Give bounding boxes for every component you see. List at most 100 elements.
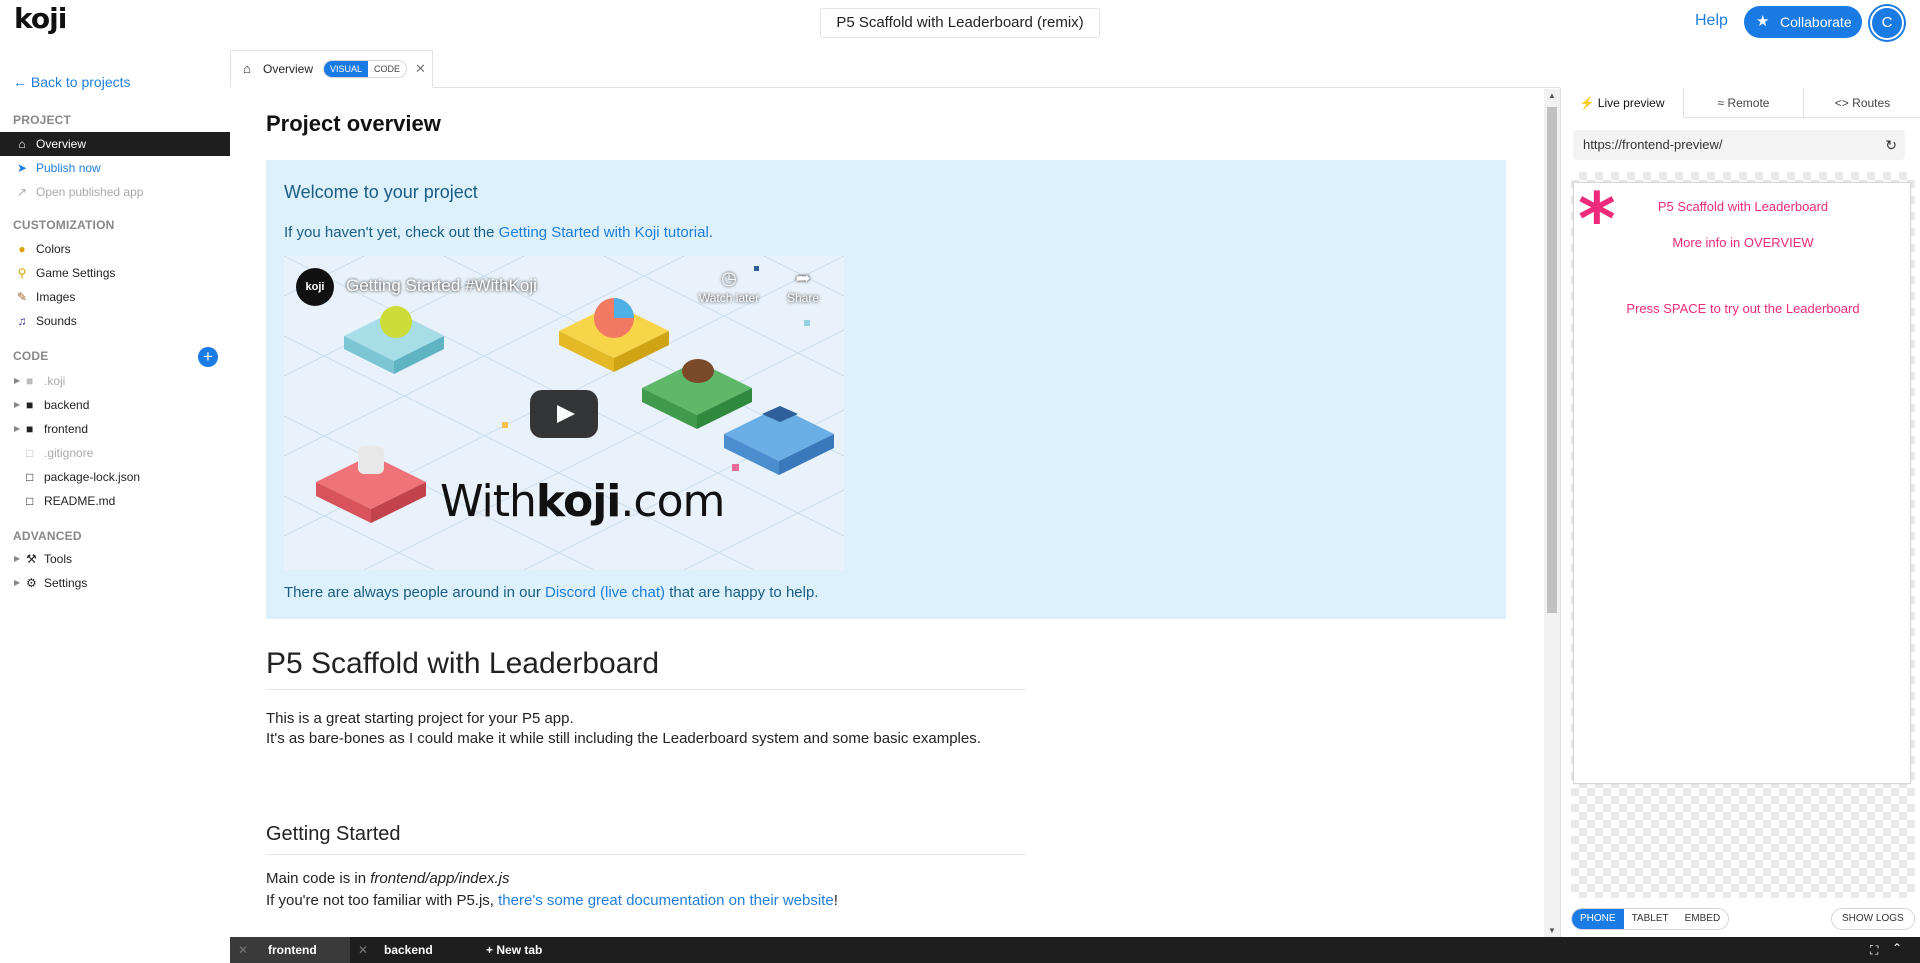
help-link[interactable]: Help	[1695, 12, 1728, 30]
p5-docs-link[interactable]: there's some great documentation on thei…	[498, 892, 834, 909]
music-icon: ♫	[17, 314, 27, 328]
sidebar-item-overview[interactable]: ⌂ Overview	[0, 132, 230, 156]
readme-paragraph: This is a great starting project for you…	[266, 710, 574, 727]
tab-routes[interactable]: <> Routes	[1804, 88, 1920, 118]
close-icon[interactable]: ✕	[238, 937, 248, 963]
sidebar-item-label: Overview	[36, 137, 87, 151]
tree-item-backend[interactable]: ▶ ■ backend	[0, 393, 230, 417]
send-icon: ➤	[16, 161, 28, 175]
collaborate-label: Collaborate	[1780, 14, 1852, 30]
share-label: Share	[786, 291, 820, 305]
brand-tld: .com	[620, 476, 725, 527]
tree-item-frontend[interactable]: ▶ ■ frontend	[0, 417, 230, 441]
home-icon: ⌂	[243, 61, 251, 76]
scroll-down-icon[interactable]: ▼	[1548, 926, 1556, 935]
readme-paragraph: It's as bare-bones as I could make it wh…	[266, 730, 981, 747]
brand-light: With	[440, 476, 537, 527]
sidebar-item-sounds[interactable]: ♫ Sounds	[0, 309, 230, 333]
p3-text: Main code is in	[266, 870, 371, 887]
video-title[interactable]: Getting Started #WithKoji	[346, 276, 537, 296]
sidebar-item-label: Publish now	[36, 161, 101, 175]
bottom-tab-frontend[interactable]: ✕ frontend	[230, 937, 350, 963]
tree-item-label: backend	[44, 398, 90, 412]
tab-remote[interactable]: ≈ Remote	[1684, 88, 1804, 118]
getting-started-link[interactable]: Getting Started with Koji tutorial	[499, 224, 709, 241]
add-file-button[interactable]: +	[198, 347, 218, 367]
main-code-path: frontend/app/index.js	[370, 870, 510, 887]
arrow-left-icon: ←	[13, 74, 27, 90]
tree-item-package-lock[interactable]: □ package-lock.json	[0, 465, 230, 489]
reload-icon[interactable]: ↻	[1885, 130, 1897, 160]
preview-bottom-bar: PHONE TABLET EMBED SHOW LOGS	[1561, 900, 1920, 937]
channel-logo[interactable]: koji	[296, 268, 334, 306]
tree-item-settings[interactable]: ▶ ⚙ Settings	[0, 571, 230, 595]
chevron-right-icon: ▶	[14, 578, 21, 587]
share-icon: ➦	[795, 268, 811, 288]
sidebar-item-label: Game Settings	[36, 266, 116, 280]
chevron-right-icon: ▶	[14, 554, 21, 563]
avatar[interactable]: C	[1870, 6, 1904, 40]
discord-link[interactable]: Discord (live chat)	[545, 584, 665, 601]
close-icon[interactable]: ✕	[415, 61, 426, 77]
device-embed-button[interactable]: EMBED	[1677, 909, 1729, 929]
sidebar-item-game-settings[interactable]: ⚲ Game Settings	[0, 261, 230, 285]
play-button[interactable]	[530, 390, 598, 438]
wrench-icon: ⚒	[26, 552, 37, 566]
preview-hint-text: Press SPACE to try out the Leaderboard	[1626, 301, 1860, 316]
close-icon[interactable]: ✕	[358, 937, 368, 963]
koji-logo[interactable]: koji	[14, 2, 67, 35]
back-to-projects-link[interactable]: ← Back to projects	[13, 74, 131, 90]
file-icon: □	[26, 494, 34, 508]
tree-item-tools[interactable]: ▶ ⚒ Tools	[0, 547, 230, 571]
device-phone-button[interactable]: PHONE	[1572, 909, 1624, 929]
code-mode-button[interactable]: CODE	[368, 61, 406, 77]
tab-live-preview[interactable]: ⚡ Live preview	[1561, 88, 1684, 118]
content-scrollbar[interactable]: ▲ ▼	[1544, 89, 1560, 937]
bottom-tab-label: frontend	[268, 943, 317, 957]
bottom-tab-backend[interactable]: ✕ backend	[350, 937, 470, 963]
sidebar-item-label: Open published app	[36, 185, 144, 199]
external-link-icon: ↗	[16, 185, 28, 199]
watch-later-button[interactable]: ◷ Watch later	[694, 268, 764, 305]
tab-label: Overview	[263, 62, 314, 76]
code-brackets-icon: <>	[1834, 96, 1849, 110]
share-button[interactable]: ➦ Share	[778, 268, 828, 305]
new-tab-button[interactable]: + New tab	[486, 937, 586, 963]
phone-preview-frame[interactable]: * P5 Scaffold with Leaderboard More info…	[1573, 177, 1911, 784]
video-embed[interactable]: koji Getting Started #WithKoji ◷ Watch l…	[284, 256, 844, 570]
readme-subtitle: Getting Started	[266, 823, 1026, 855]
sidebar-item-images[interactable]: ✎ Images	[0, 285, 230, 309]
preview-url-field[interactable]: https://frontend-preview/ ↻	[1573, 130, 1905, 160]
device-tablet-button[interactable]: TABLET	[1624, 909, 1677, 929]
sidebar-item-publish[interactable]: ➤ Publish now	[0, 156, 230, 180]
tree-item-label: Settings	[44, 576, 88, 590]
intro-text: If you haven't yet, check out the	[284, 224, 499, 241]
tree-item-koji[interactable]: ▶ ■ .koji	[0, 369, 230, 393]
sidebar-item-open-published[interactable]: ↗ Open published app	[0, 180, 230, 204]
tree-item-readme[interactable]: □ README.md	[0, 489, 230, 513]
sidebar-item-colors[interactable]: ● Colors	[0, 237, 230, 261]
sidebar: ← Back to projects PROJECT ⌂ Overview ➤ …	[0, 44, 230, 963]
video-brand-text: Withkoji.com	[440, 476, 725, 527]
editor-tab-bar: ⌂ Overview VISUAL CODE ✕	[230, 50, 1560, 88]
readme-title: P5 Scaffold with Leaderboard	[266, 647, 1026, 690]
fullscreen-icon[interactable]: ⛶	[1870, 943, 1878, 958]
visual-mode-button[interactable]: VISUAL	[324, 61, 369, 77]
chevron-up-icon[interactable]: ⌃	[1892, 941, 1902, 955]
tab-label: Routes	[1852, 96, 1891, 110]
tree-item-label: frontend	[44, 422, 89, 436]
preview-info-text: More info in OVERVIEW	[1672, 235, 1814, 250]
project-title-input[interactable]: P5 Scaffold with Leaderboard (remix)	[820, 8, 1100, 38]
tree-item-gitignore[interactable]: □ .gitignore	[0, 441, 230, 465]
gear-icon: ⚙	[26, 576, 37, 590]
scrollbar-thumb[interactable]	[1547, 107, 1557, 613]
show-logs-button[interactable]: SHOW LOGS	[1831, 908, 1915, 930]
tree-item-label: .koji	[44, 374, 66, 388]
project-heading: PROJECT	[13, 113, 72, 127]
tab-overview[interactable]: ⌂ Overview VISUAL CODE ✕	[230, 50, 433, 88]
scroll-up-icon[interactable]: ▲	[1548, 91, 1556, 100]
p4-end: !	[833, 892, 838, 909]
code-heading: CODE	[13, 349, 49, 363]
collaborate-button[interactable]: ★ Collaborate	[1744, 6, 1862, 38]
welcome-help: There are always people around in our Di…	[284, 584, 818, 601]
